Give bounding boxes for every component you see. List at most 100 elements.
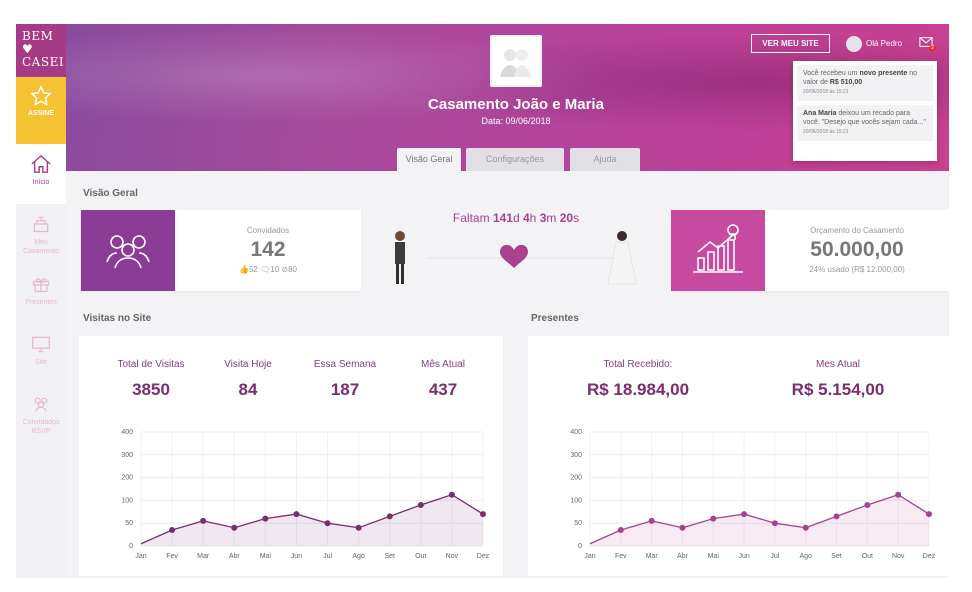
y-tick-label: 200 [570,475,582,482]
home-icon [31,154,51,173]
sidebar-item-label: Site [34,359,48,366]
avatar [846,35,862,52]
user-menu[interactable]: Olá Pedro [846,34,902,53]
couple-photo[interactable] [490,35,542,87]
guests-icon [34,397,48,412]
countdown-days: 141 [492,211,513,225]
x-tick-label: Fev [615,553,627,560]
budget-icon-box [671,210,765,291]
data-point [480,511,486,518]
x-tick-label: Set [384,553,395,560]
data-point [710,515,717,522]
user-greeting: Olá Pedro [866,39,903,48]
logo[interactable]: BEM ♥ CASEI [16,24,66,77]
logo-line-1: BEM ♥ [22,29,54,56]
sidebar-item-label: Início [32,179,50,186]
tab-configuracoes[interactable]: Configurações [466,148,564,171]
y-tick-label: 100 [121,497,133,504]
sidebar-item-presentes[interactable]: Presentes [16,264,66,324]
y-tick-label: 400 [570,429,582,436]
wedding-date: Data: 09/06/2018 [481,116,551,126]
data-point [417,501,424,508]
x-tick-label: Mar [646,553,659,560]
data-point [926,511,932,518]
budget-growth-icon [693,224,743,273]
x-tick-label: Dez [923,553,936,560]
assine-label: ASSINE [27,110,55,117]
sidebar-item-site[interactable]: Site [16,324,66,384]
notifications-dropdown: Você recebeu um novo presente no valor d… [793,61,937,161]
data-point [833,513,840,520]
gifts-title: Presentes [531,313,579,324]
x-tick-label: Mar [197,553,210,560]
y-tick-label: 0 [578,543,582,550]
notification-item[interactable]: Você recebeu um novo presente no valor d… [797,65,933,101]
x-tick-label: Jan [584,553,595,560]
x-tick-label: Fev [166,553,178,560]
x-tick-label: Ago [799,553,812,560]
notif-text: Você recebeu um [803,70,860,77]
notification-item[interactable]: Ana Maria deixou um recado para você. "D… [797,105,933,141]
sidebar-item-label: Presentes [25,299,57,306]
guests-label: Convidados [246,226,290,235]
sidebar-item-inicio[interactable]: Início [16,144,66,204]
cake-icon [33,216,49,233]
sidebar-item-convidados[interactable]: Convidados RSVP [16,384,66,444]
sidebar-item-meu-casamento[interactable]: Meu Casamento [16,204,66,264]
data-point [355,524,362,531]
data-point [864,501,871,508]
gifts-panel: Total Recebido: R$ 18.984,00 Mes Atual R… [528,336,949,576]
data-point [262,515,269,522]
data-point [679,524,686,531]
notif-bold: novo presente [859,70,908,77]
data-point [741,511,748,518]
y-tick-label: 300 [570,452,582,459]
y-tick-label: 200 [121,475,133,482]
countdown-prefix: Faltam [452,211,490,225]
countdown-graphic [395,231,637,285]
app-window: BEM ♥ CASEI ASSINE Início Meu Casamento … [16,24,949,578]
visits-panel: Total de Visitas 3850 Visita Hoje 84 Ess… [79,336,503,576]
monitor-icon [32,336,50,353]
x-tick-label: Nov [892,553,905,560]
x-tick-label: Jul [770,553,779,560]
x-tick-label: Abr [677,553,689,560]
gifts-chart: 0 50 100 200 300 400 Jan Fev Mar Abr Mai Jun Jul Ago S… [570,429,936,560]
data-point [648,517,655,524]
guests-card[interactable]: Convidados 142 👍52 🗨10 ⊘80 [81,210,361,291]
data-point [293,511,300,518]
x-tick-label: Abr [229,553,241,560]
star-icon [30,85,52,106]
notification-badge: 2 [929,45,936,52]
data-point [617,527,624,534]
tab-ajuda[interactable]: Ajuda [570,148,640,171]
x-tick-label: Dez [477,553,490,560]
x-tick-label: Mai [708,553,720,560]
sidebar-item-label: Meu Casamento [23,239,59,255]
sidebar-item-label: Convidados RSVP [22,419,60,435]
y-tick-label: 0 [129,543,133,550]
header-banner: Casamento João e Maria Data: 09/06/2018 … [66,24,949,171]
countdown-seconds: 20 [559,211,574,225]
y-tick-label: 50 [125,520,133,527]
couple-illustration-icon [500,49,532,77]
budget-card[interactable]: Orçamento do Casamento 50.000,00 24% usa… [671,210,949,291]
x-tick-label: Jul [323,553,332,560]
y-tick-label: 100 [570,497,582,504]
y-tick-label: 300 [121,452,133,459]
data-point [771,520,778,527]
budget-label: Orçamento do Casamento [810,226,904,235]
ver-meu-site-button[interactable]: VER MEU SITE [751,34,830,53]
overview-title: Visão Geral [83,188,138,199]
y-tick-label: 50 [574,520,582,527]
x-tick-label: Nov [446,553,459,560]
x-tick-label: Mai [260,553,272,560]
guests-icon-box [81,210,175,291]
budget-meta: 24% usado (R$ 12.000,00) [809,265,905,274]
countdown-hours: 4 [522,211,530,225]
tab-visao-geral[interactable]: Visão Geral [397,148,461,171]
assine-button[interactable]: ASSINE [16,77,66,144]
x-tick-label: Ago [352,553,365,560]
series-area [590,494,929,546]
data-point [324,520,331,527]
